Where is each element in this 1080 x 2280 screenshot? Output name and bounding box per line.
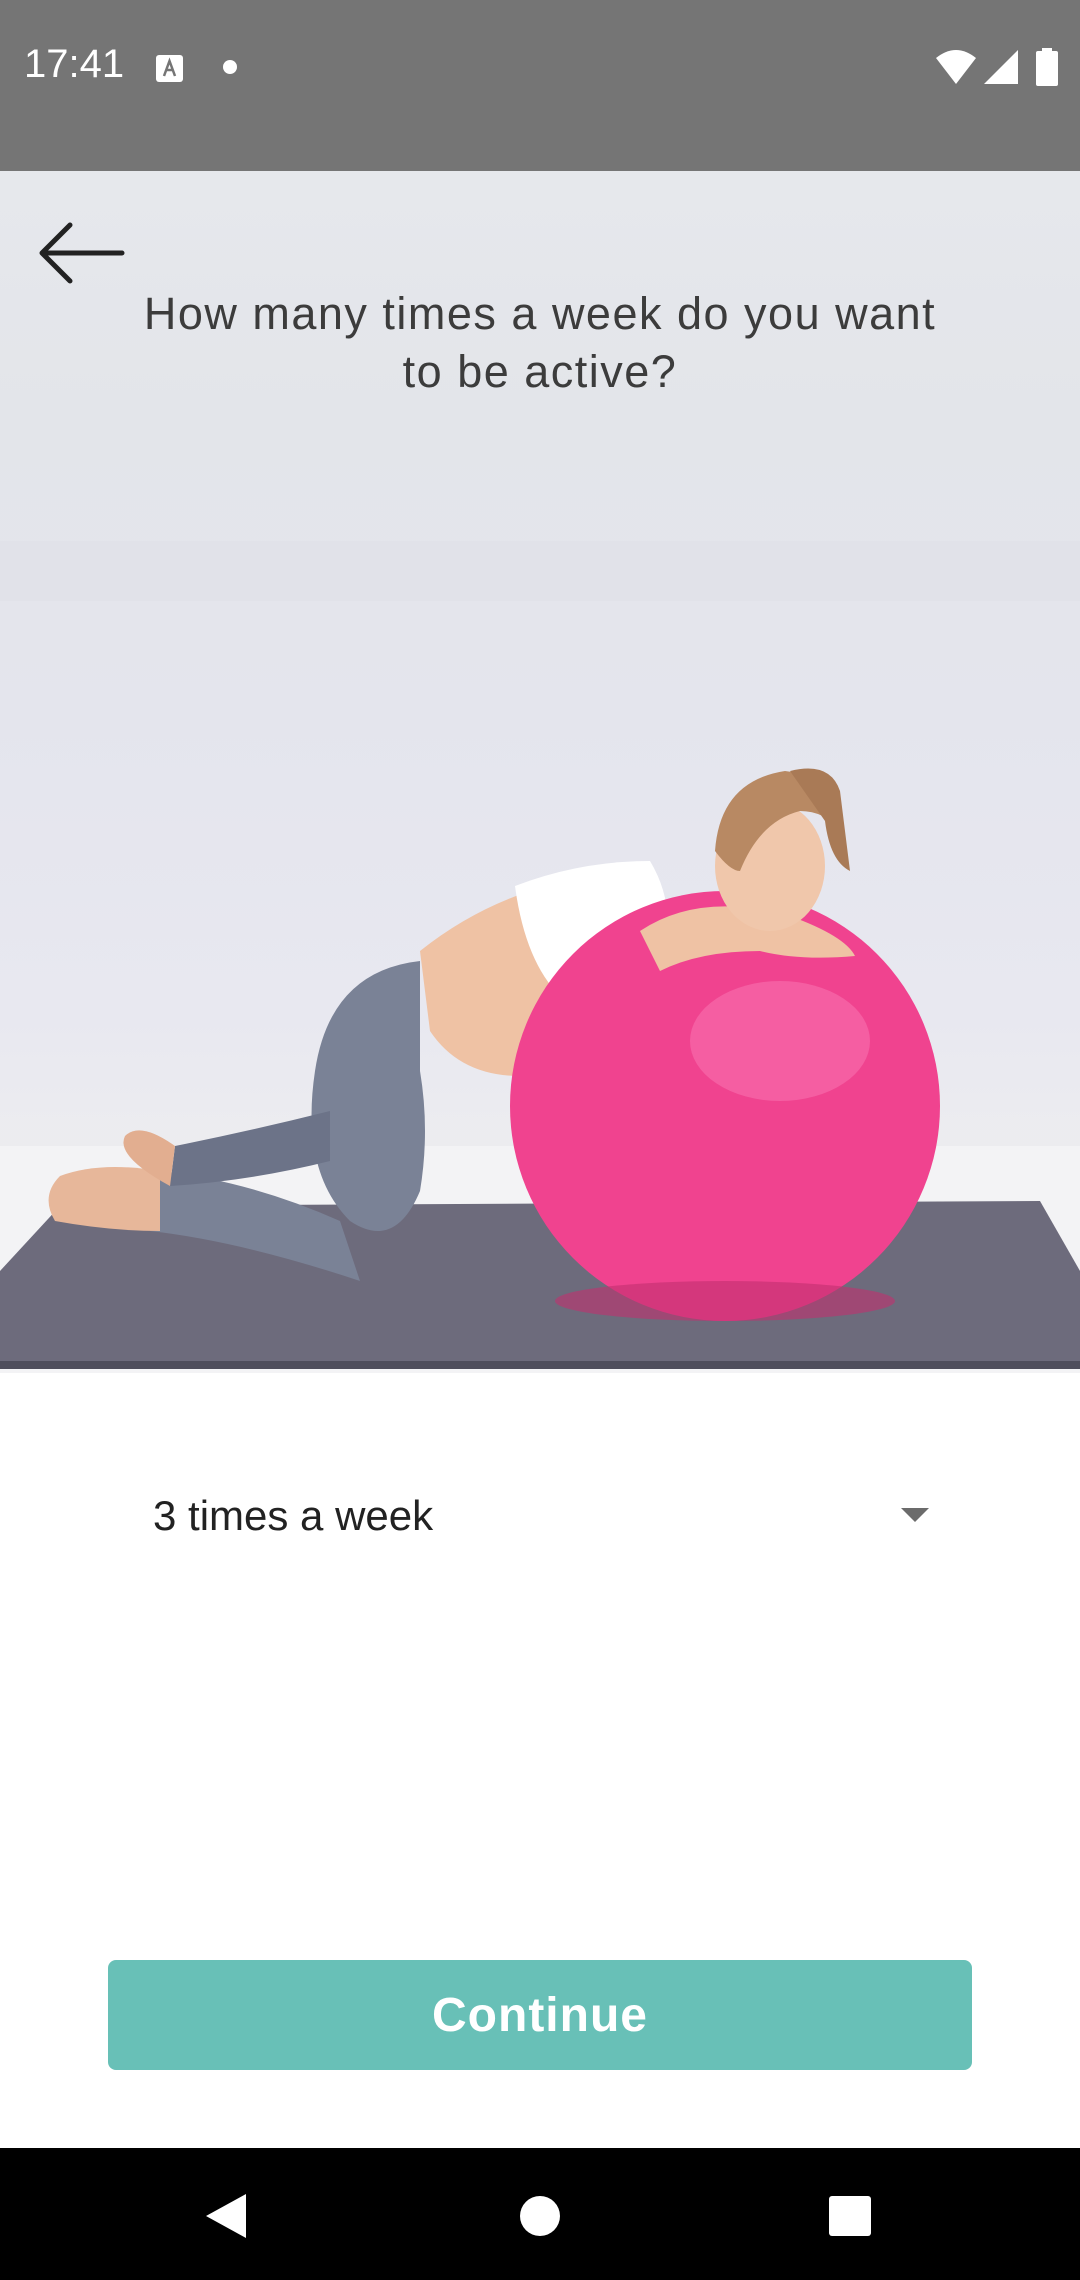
nav-recents-icon[interactable] xyxy=(829,2196,871,2236)
continue-button[interactable]: Continue xyxy=(108,1960,972,2070)
battery-icon xyxy=(1036,48,1058,86)
navigation-bar xyxy=(0,2148,1080,2280)
status-bar: 17:41 xyxy=(0,0,1080,171)
notification-dot-icon xyxy=(223,60,237,74)
text-a-icon xyxy=(156,55,183,82)
status-time: 17:41 xyxy=(24,42,125,86)
wifi-icon xyxy=(936,50,976,84)
arrow-left-icon[interactable] xyxy=(36,218,128,288)
nav-back-icon[interactable] xyxy=(206,2194,246,2238)
frequency-dropdown[interactable]: 3 times a week xyxy=(135,1470,935,1560)
nav-home-icon[interactable] xyxy=(520,2196,560,2236)
dropdown-selected-value: 3 times a week xyxy=(153,1492,434,1539)
question-title: How many times a week do you want to be … xyxy=(143,288,937,397)
triangle-down-icon xyxy=(901,1508,929,1522)
signal-icon xyxy=(984,50,1018,84)
